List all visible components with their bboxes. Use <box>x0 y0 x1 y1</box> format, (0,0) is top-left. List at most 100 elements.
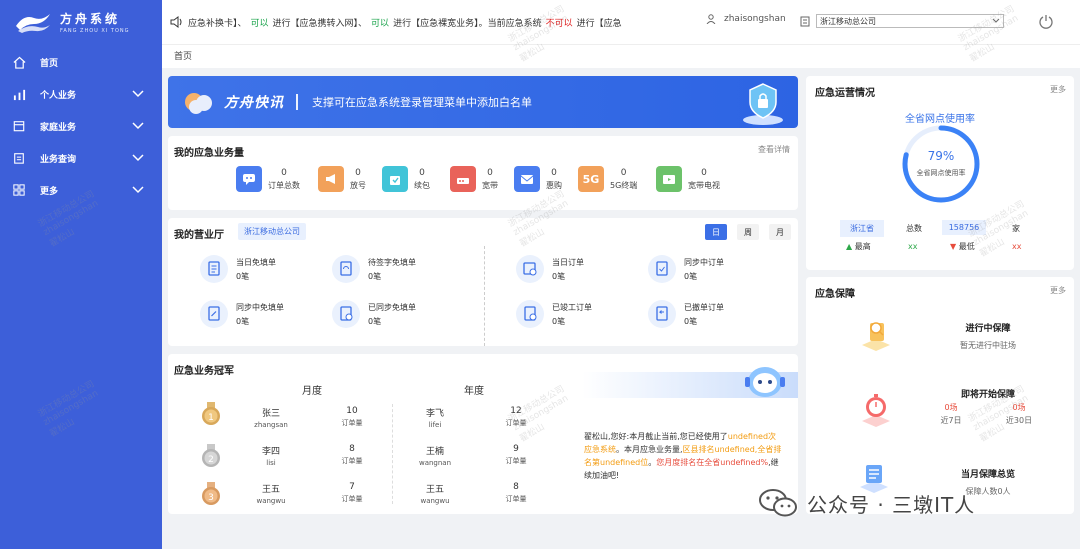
doc-return-icon <box>648 300 676 328</box>
biz-renewal[interactable]: 0 续包 <box>382 166 430 192</box>
notice-text: 可以 <box>371 18 390 29</box>
rank-pinyin: lifei <box>428 421 442 429</box>
sidebar-item-personal[interactable]: 个人业务 <box>0 78 162 110</box>
router-icon <box>450 166 476 192</box>
ops-more-link[interactable]: 更多 <box>1050 84 1066 95</box>
org-select[interactable]: 浙江移动总公司 <box>816 14 1004 28</box>
rank-value: 10 订单量 <box>332 406 372 428</box>
sidebar-item-more[interactable]: 更多 <box>0 174 162 206</box>
biz-number-issue[interactable]: 0 放号 <box>318 166 366 192</box>
rank-name: 李飞 lifei <box>410 406 460 429</box>
banner-divider <box>296 94 298 110</box>
guarantee-more-link[interactable]: 更多 <box>1050 285 1066 296</box>
message-text: 翟松山,您好:本月截止当前,您已经使用了 <box>584 432 728 441</box>
rank-name-text: 李四 <box>261 447 280 457</box>
sidebar-item-home[interactable]: 首页 <box>0 46 162 78</box>
rank-name: 李四 lisi <box>246 444 296 467</box>
upcoming-guarantee[interactable]: 即将开始保障 <box>918 387 1058 400</box>
svg-text:2: 2 <box>208 455 214 465</box>
rank-name-text: 李飞 <box>425 409 444 419</box>
biz-value: 0 <box>620 167 627 178</box>
usage-gauge: 79% 全省网点使用率 <box>900 123 982 205</box>
biz-broadband[interactable]: 0 宽带 <box>450 166 498 192</box>
rank-value-text: 7 <box>349 482 355 492</box>
hall-title: 我的营业厅 <box>174 230 224 241</box>
upcoming-7-label: 近7日 <box>940 416 962 425</box>
bronze-medal-icon: 3 <box>202 482 220 505</box>
biz-total-orders[interactable]: 0 订单总数 <box>236 166 300 192</box>
breadcrumb[interactable]: 首页 <box>162 44 1080 68</box>
biz-label: 宽带电视 <box>688 180 720 190</box>
total-value: 158756 <box>942 220 986 235</box>
hall-org-chip[interactable]: 浙江移动总公司 <box>238 223 306 240</box>
biz-value: 0 <box>355 167 361 178</box>
chevron-down-icon <box>132 186 144 194</box>
hall-item[interactable]: 同步中免填单 0笔 <box>200 300 284 328</box>
hall-item-value: 0笔 <box>684 271 698 281</box>
hall-item-value: 0笔 <box>368 316 382 326</box>
period-day-button[interactable]: 日 <box>705 224 727 240</box>
sidebar-item-query[interactable]: 业务查询 <box>0 142 162 174</box>
notice-text: 应急补换卡】、 <box>188 18 247 29</box>
rank-unit: 订单量 <box>505 495 527 503</box>
upcoming-30-label: 近30日 <box>1005 416 1033 425</box>
svg-text:3: 3 <box>208 493 214 503</box>
5g-icon: 5G <box>578 166 604 192</box>
app-logo[interactable]: 方舟系统 FANG ZHOU XI TONG <box>0 0 162 44</box>
hall-item[interactable]: 已竣工订单 0笔 <box>516 300 592 328</box>
home-icon <box>12 55 26 69</box>
sidebar-item-label: 更多 <box>40 186 59 197</box>
hall-item[interactable]: 待签字免填单 0笔 <box>332 255 416 283</box>
view-details-link[interactable]: 查看详情 <box>758 144 790 155</box>
rank-value: 8 订单量 <box>332 444 372 466</box>
biz-huigou[interactable]: 0 惠购 <box>514 166 562 192</box>
doc-check-icon <box>648 255 676 283</box>
guarantee-title: 应急保障 <box>815 289 855 300</box>
doc-edit-icon <box>200 300 228 328</box>
chevron-down-icon <box>132 154 144 162</box>
biz-label: 续包 <box>414 180 430 190</box>
hall-item[interactable]: 当日订单 0笔 <box>516 255 584 283</box>
volume-title: 我的应急业务量 <box>174 148 244 159</box>
hall-item[interactable]: 已撤单订单 0笔 <box>648 300 724 328</box>
period-month-button[interactable]: 月 <box>769 224 791 240</box>
period-week-button[interactable]: 周 <box>737 224 759 240</box>
news-banner[interactable]: 方舟快讯 支撑可在应急系统登录管理菜单中添加白名单 <box>168 76 798 128</box>
hall-item-label: 当日免填单 <box>236 257 276 267</box>
banner-title: 方舟快讯 <box>224 95 284 111</box>
month-title: 当月保障总览 <box>960 470 1015 480</box>
ongoing-guarantee[interactable]: 进行中保障 暂无进行中驻场 <box>918 321 1058 351</box>
volume-card: 我的应急业务量 查看详情 0 订单总数 0 放号 0 续包 0 宽带 0 惠购 5G 05… <box>168 136 798 210</box>
power-icon[interactable] <box>1038 13 1054 29</box>
hall-item-value: 0笔 <box>236 271 250 281</box>
rank-name-text: 王五 <box>425 485 444 495</box>
ops-card: 应急运营情况 更多 全省网点使用率 79% 全省网点使用率 浙江省 总数 158… <box>806 76 1074 270</box>
sidebar: 方舟系统 FANG ZHOU XI TONG 首页 个人业务 家庭业务 业务查询… <box>0 0 162 549</box>
hall-item-value: 0笔 <box>552 316 566 326</box>
biz-broadband-tv[interactable]: 0 宽带电视 <box>656 166 720 192</box>
app-title: 方舟系统 <box>60 12 121 26</box>
calendar-clock-icon <box>516 255 544 283</box>
hall-item-label: 同步中免填单 <box>236 302 284 312</box>
sidebar-item-family[interactable]: 家庭业务 <box>0 110 162 142</box>
champion-title: 应急业务冠军 <box>174 366 234 377</box>
notice-marquee: 应急补换卡】、 可以 进行【应急携转入网】、 可以 进行【应急裸宽业务】。当前应… <box>170 16 700 29</box>
rank-pinyin: lisi <box>266 459 276 467</box>
doc-sync-done-icon <box>332 300 360 328</box>
rank-value: 12 订单量 <box>496 406 536 428</box>
rank-pinyin: zhangsan <box>254 421 288 429</box>
banner-text: 支撑可在应急系统登录管理菜单中添加白名单 <box>312 96 532 109</box>
rank-value-text: 9 <box>513 444 519 454</box>
month-heading: 月度 <box>302 386 322 397</box>
hall-item[interactable]: 当日免填单 0笔 <box>200 255 276 283</box>
biz-5g-terminal[interactable]: 5G 0 5G终端 <box>578 166 637 192</box>
gauge-ring <box>902 125 980 203</box>
rank-unit: 订单量 <box>505 419 527 427</box>
province-chip[interactable]: 浙江省 <box>840 220 884 237</box>
tv-icon <box>656 166 682 192</box>
user-info[interactable]: zhaisongshan <box>706 14 786 24</box>
hall-item[interactable]: 已同步免填单 0笔 <box>332 300 416 328</box>
max-label-text: 最高 <box>854 242 871 251</box>
hall-item[interactable]: 同步中订单 0笔 <box>648 255 724 283</box>
ops-title: 应急运营情况 <box>815 88 875 99</box>
